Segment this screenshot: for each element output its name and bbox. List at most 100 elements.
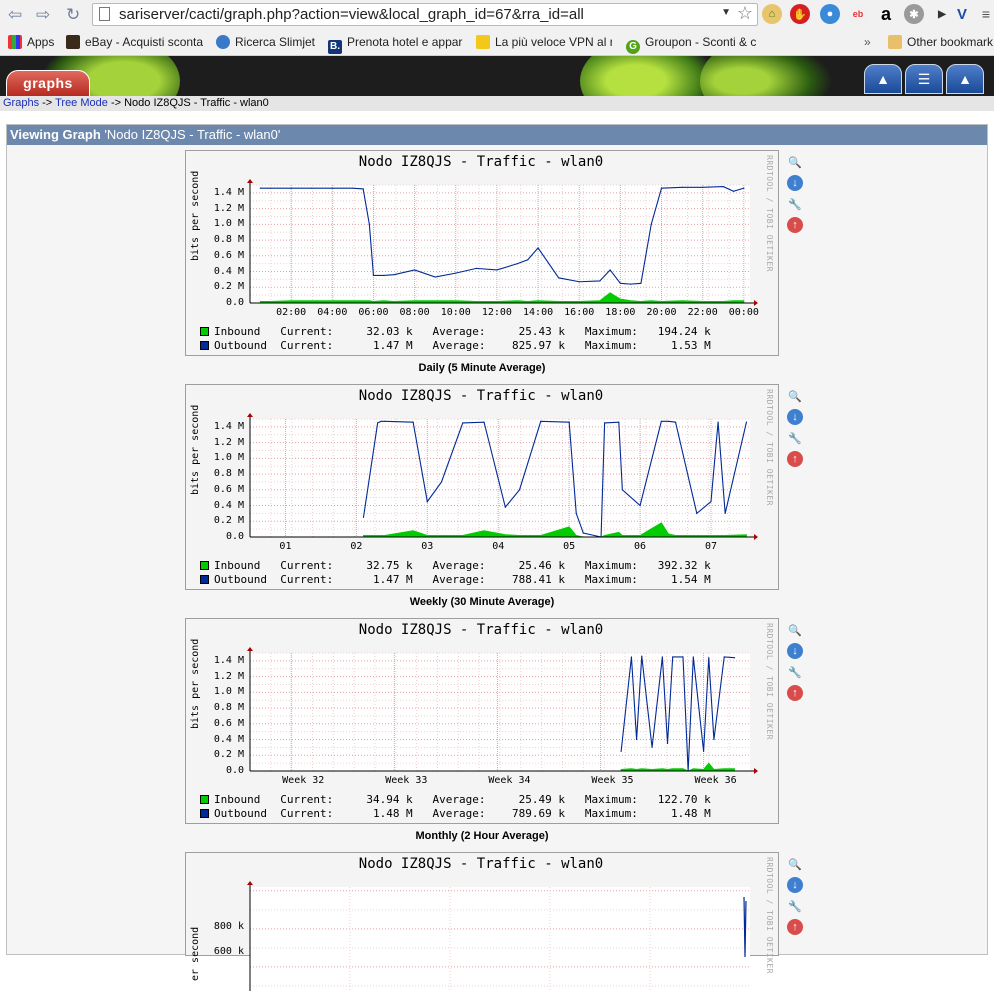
point-outbound [660, 420, 662, 422]
url-dropdown-icon[interactable]: ▼ [721, 7, 731, 18]
graph-properties-icon[interactable]: 🔧 [787, 196, 803, 212]
csv-export-icon[interactable]: ↓ [787, 409, 803, 425]
point-outbound [619, 282, 621, 284]
point-outbound [537, 247, 539, 249]
v-extension-icon[interactable]: V [952, 4, 972, 24]
graph-image[interactable]: Nodo IZ8QJS - Traffic - wlan0 bits per se… [185, 384, 779, 590]
back-to-top-icon[interactable]: ↑ [787, 919, 803, 935]
legend-stats: Current: 1.48 M Average: 789.69 k Maximu… [266, 807, 711, 820]
point-outbound [640, 282, 642, 284]
point-outbound [630, 656, 633, 658]
graph-properties-icon[interactable]: 🔧 [787, 664, 803, 680]
csv-export-icon[interactable]: ↓ [787, 643, 803, 659]
graph-image[interactable]: Nodo IZ8QJS - Traffic - wlan0 bits per se… [185, 150, 779, 356]
y-tick-label: 0.2 M [213, 749, 244, 761]
url-text[interactable]: sariserver/cacti/graph.php?action=view&l… [119, 6, 584, 23]
legend-series-name: Outbound [214, 573, 267, 586]
x-axis-arrow [754, 300, 758, 306]
bookmark-apps[interactable]: Apps [8, 35, 54, 49]
x-tick-label: 05 [563, 541, 576, 552]
zoom-icon[interactable]: 🔍 [787, 856, 803, 872]
y-axis-arrow [247, 413, 253, 417]
x-tick-label: 00:00 [728, 307, 759, 318]
zoom-icon[interactable]: 🔍 [787, 154, 803, 170]
graph-plot [247, 413, 758, 540]
graph-image[interactable]: Nodo IZ8QJS - Traffic - wlan0 bits per se… [185, 618, 779, 824]
home-icon[interactable]: ⌂ [762, 4, 782, 24]
point-outbound [672, 656, 674, 658]
tree-view-icon[interactable]: ▲ [864, 64, 902, 94]
badge-icon[interactable]: ✱ [904, 4, 924, 24]
point-outbound [540, 420, 542, 422]
adblock-icon[interactable]: ✋ [790, 4, 810, 24]
zoom-icon[interactable]: 🔍 [787, 622, 803, 638]
breadcrumb-tree-mode-link[interactable]: Tree Mode [55, 97, 108, 109]
legend-stats: Current: 1.47 M Average: 788.41 k Maximu… [266, 573, 711, 586]
back-to-top-icon[interactable]: ↑ [787, 685, 803, 701]
rrdtool-credit: RRDTOOL / TOBI OETIKER [765, 155, 774, 272]
point-outbound [259, 187, 261, 189]
y-tick-label: 0.4 M [213, 265, 244, 277]
point-outbound [475, 267, 477, 269]
csv-export-icon[interactable]: ↓ [787, 175, 803, 191]
legend-row: Inbound Current: 32.03 k Average: 25.43 … [200, 325, 711, 338]
bookmarks-overflow-icon[interactable]: » [864, 35, 871, 49]
point-outbound [724, 512, 726, 514]
bookmarks-bar: Apps eBay - Acquisti sconta Ricerca Slim… [0, 30, 994, 56]
point-outbound [708, 657, 710, 659]
bookmark-ebay[interactable]: eBay - Acquisti sconta [66, 35, 206, 49]
legend-stats: Current: 32.03 k Average: 25.43 k Maximu… [266, 325, 711, 338]
point-outbound [717, 421, 719, 423]
x-tick-label: 12:00 [481, 307, 512, 318]
graph-properties-icon[interactable]: 🔧 [787, 898, 803, 914]
graph-image[interactable]: Nodo IZ8QJS - Traffic - wlan0 er second RR… [185, 852, 779, 991]
forward-icon[interactable]: ⇨ [36, 6, 50, 23]
bookmark-booking[interactable]: B. Prenota hotel e appar [328, 35, 464, 54]
more-arrow-icon[interactable]: ▶ [932, 4, 952, 24]
point-outbound [372, 274, 375, 277]
x-axis-arrow [754, 534, 758, 540]
bookmark-groupon[interactable]: G Groupon - Sconti & c [626, 35, 764, 54]
point-outbound [558, 277, 560, 279]
lightbulb-icon[interactable]: ● [820, 4, 840, 24]
point-outbound [666, 742, 669, 745]
ebay-icon[interactable]: eb [848, 4, 868, 24]
list-view-icon[interactable]: ☰ [905, 64, 943, 94]
x-tick-label: 18:00 [605, 307, 636, 318]
csv-export-icon[interactable]: ↓ [787, 877, 803, 893]
y-axis-arrow [247, 179, 253, 183]
reload-icon[interactable]: ↻ [66, 6, 80, 23]
back-to-top-icon[interactable]: ↑ [787, 217, 803, 233]
menu-icon[interactable]: ≡ [976, 4, 994, 24]
zoom-icon[interactable]: 🔍 [787, 388, 803, 404]
rrdtool-credit: RRDTOOL / TOBI OETIKER [765, 857, 774, 974]
point-outbound [641, 655, 643, 657]
bookmark-vpn[interactable]: La più veloce VPN al n [476, 35, 612, 49]
breadcrumb-graphs-link[interactable]: Graphs [3, 97, 39, 109]
point-outbound [518, 489, 521, 491]
address-bar[interactable]: sariserver/cacti/graph.php?action=view&l… [92, 3, 758, 26]
bookmark-slimjet[interactable]: Ricerca Slimjet [216, 35, 320, 49]
graph-title: Nodo IZ8QJS - Traffic - wlan0 [358, 622, 604, 638]
amazon-icon[interactable]: a [876, 4, 896, 24]
x-tick-label: 16:00 [564, 307, 595, 318]
graph-properties-icon[interactable]: 🔧 [787, 430, 803, 446]
tab-graphs[interactable]: graphs [6, 70, 90, 96]
preview-view-icon[interactable]: ▲ [946, 64, 984, 94]
bookmark-other[interactable]: Other bookmark [888, 35, 993, 49]
y-tick-label: 0.2 M [213, 515, 244, 527]
point-outbound [483, 421, 485, 423]
point-outbound [743, 187, 745, 189]
bookmark-label: Ricerca Slimjet [235, 35, 316, 49]
y-tick-label: 0.6 M [213, 717, 244, 729]
back-icon[interactable]: ⇦ [8, 6, 22, 23]
graph-plot [247, 647, 758, 774]
y-tick-label: 0.6 M [213, 483, 244, 495]
point-outbound [681, 186, 683, 188]
bookmark-star-icon[interactable]: ☆ [737, 3, 753, 24]
point-outbound [455, 272, 457, 274]
breadcrumb: Graphs -> Tree Mode -> Nodo IZ8QJS - Tra… [0, 96, 994, 112]
back-to-top-icon[interactable]: ↑ [787, 451, 803, 467]
x-tick-label: 06 [634, 541, 647, 552]
legend-row: Inbound Current: 34.94 k Average: 25.49 … [200, 793, 711, 806]
